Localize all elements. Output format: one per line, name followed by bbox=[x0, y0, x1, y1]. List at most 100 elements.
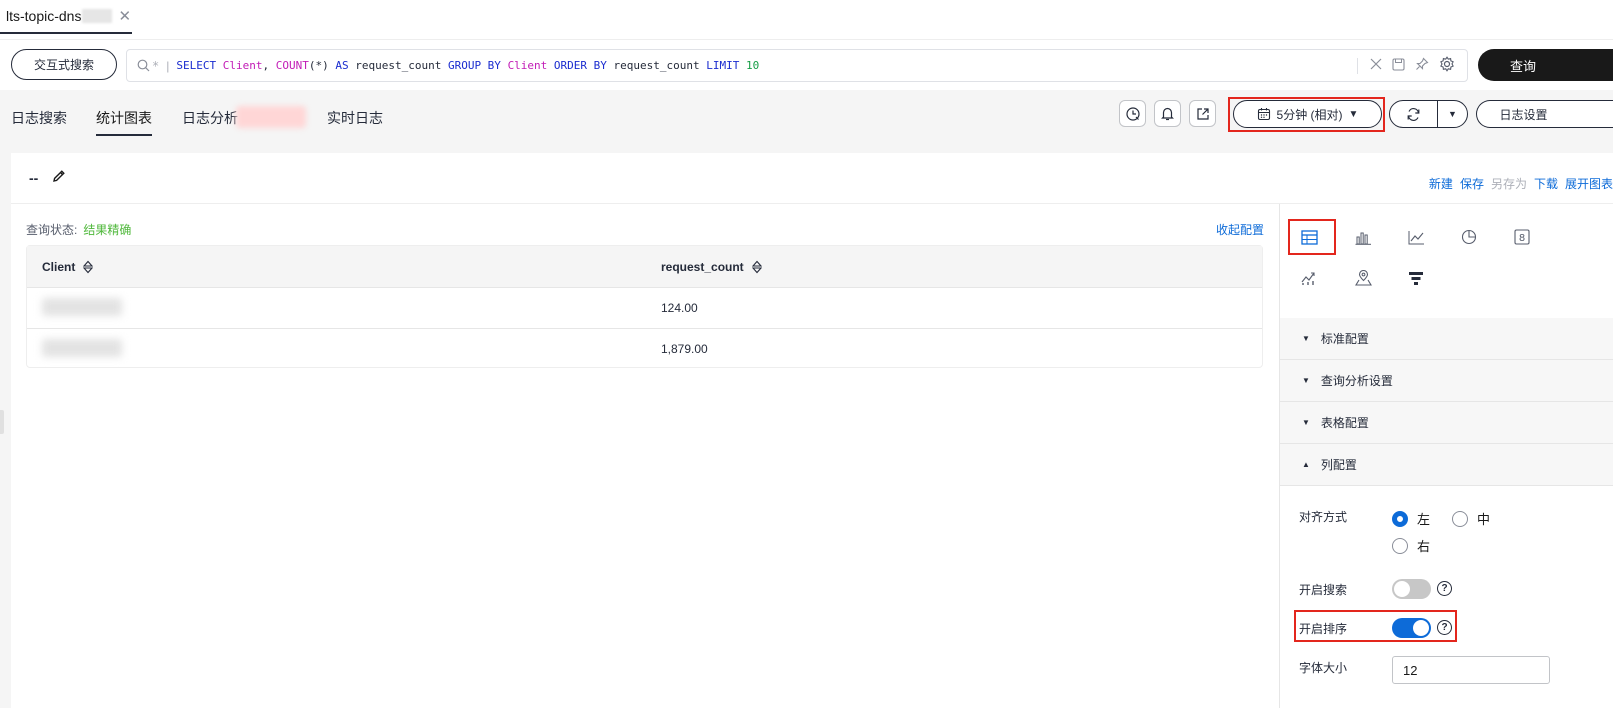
sort-icon[interactable] bbox=[83, 260, 94, 274]
tab-statistics-chart[interactable]: 统计图表 bbox=[96, 108, 152, 136]
client-cell bbox=[27, 338, 645, 360]
tab-realtime-log[interactable]: 实时日志 bbox=[327, 108, 383, 136]
gear-icon[interactable] bbox=[1439, 56, 1455, 75]
sidebar-handle[interactable] bbox=[0, 410, 4, 434]
file-tab[interactable]: lts-topic-dns ✕ bbox=[0, 0, 132, 34]
toggle-knob bbox=[1413, 620, 1429, 636]
sql-token: ORDER BY bbox=[547, 59, 614, 72]
column-header-label: Client bbox=[42, 259, 76, 274]
enable-search-toggle[interactable] bbox=[1392, 579, 1431, 599]
divider bbox=[1357, 57, 1358, 74]
search-icon bbox=[137, 59, 151, 73]
chart-config-panel: 8 ▼ 标准配置 ▼ 查询分析设置 ▼ 表格配置 ▲ 列配置 对齐方式 左 中 右 开启… bbox=[1279, 204, 1613, 708]
sort-icon[interactable] bbox=[751, 260, 762, 274]
divider: | bbox=[166, 58, 170, 73]
chart-title: -- bbox=[29, 169, 39, 186]
interactive-search-button[interactable]: 交互式搜索 bbox=[11, 49, 117, 80]
radio-dot bbox=[1452, 510, 1468, 527]
sql-token: Client bbox=[222, 59, 263, 72]
align-left-radio[interactable]: 左 bbox=[1392, 509, 1430, 528]
sql-text: SELECT Client, COUNT(*) AS request_count… bbox=[176, 59, 759, 72]
radio-label: 左 bbox=[1417, 512, 1431, 527]
column-header-client[interactable]: Client bbox=[27, 260, 645, 274]
refresh-group: ▼ bbox=[1389, 100, 1468, 128]
client-cell bbox=[27, 297, 645, 319]
collapse-config-link[interactable]: 收起配置 bbox=[1216, 221, 1264, 238]
sql-token: COUNT bbox=[275, 59, 309, 72]
redacted-badge bbox=[236, 106, 306, 128]
close-icon[interactable]: ✕ bbox=[118, 9, 131, 24]
request-count-cell: 124.00 bbox=[661, 301, 698, 315]
sql-token: , bbox=[262, 59, 276, 72]
redacted-text bbox=[42, 297, 122, 316]
table-row: 124.00 bbox=[27, 287, 1262, 328]
radio-label: 右 bbox=[1417, 539, 1431, 554]
time-range-label: 5分钟 (相对) bbox=[1276, 107, 1343, 122]
save-as-link[interactable]: 另存为 bbox=[1491, 175, 1527, 192]
alarm-button[interactable] bbox=[1154, 100, 1181, 127]
redacted-text bbox=[42, 338, 122, 357]
query-status: 查询状态: 结果精确 bbox=[26, 221, 131, 238]
log-settings-button[interactable]: 日志设置 bbox=[1476, 100, 1613, 128]
enable-search-label: 开启搜索 bbox=[1299, 583, 1348, 597]
chart-title-row: -- bbox=[29, 169, 66, 186]
result-table: Client request_count 124.00 1,879.00 bbox=[26, 245, 1263, 368]
font-size-label: 字体大小 bbox=[1299, 661, 1348, 675]
pin-icon[interactable] bbox=[1415, 57, 1429, 74]
align-label: 对齐方式 bbox=[1299, 510, 1348, 524]
request-count-cell: 1,879.00 bbox=[661, 342, 708, 356]
chart-actions: 新建 保存 另存为 下载 展开图表 bbox=[1429, 175, 1613, 192]
column-header-request-count[interactable]: request_count bbox=[645, 260, 1262, 274]
sql-token: GROUP BY bbox=[441, 59, 508, 72]
external-link-icon bbox=[1196, 107, 1209, 120]
help-icon[interactable]: ? bbox=[1437, 581, 1452, 596]
sql-token: request_count bbox=[355, 59, 442, 72]
toggle-knob bbox=[1394, 581, 1410, 597]
font-size-input[interactable]: 12 bbox=[1392, 656, 1550, 684]
file-tab-name: lts-topic-dns bbox=[6, 8, 82, 24]
bell-icon bbox=[1161, 107, 1174, 121]
table-row: 1,879.00 bbox=[27, 328, 1262, 369]
radio-dot bbox=[1392, 537, 1408, 554]
query-status-value: 结果精确 bbox=[83, 223, 132, 237]
enable-sort-label: 开启排序 bbox=[1299, 622, 1348, 636]
calendar-icon bbox=[1257, 108, 1270, 121]
query-status-label: 查询状态: bbox=[26, 223, 78, 237]
expand-chart-link[interactable]: 展开图表 bbox=[1565, 175, 1613, 192]
table-header: Client request_count bbox=[27, 246, 1262, 287]
align-right-radio[interactable]: 右 bbox=[1392, 536, 1430, 555]
sql-token: AS bbox=[328, 59, 356, 72]
redacted-text bbox=[82, 9, 113, 23]
clear-icon[interactable] bbox=[1370, 58, 1382, 73]
tab-log-search[interactable]: 日志搜索 bbox=[11, 108, 67, 136]
enable-sort-toggle[interactable] bbox=[1392, 618, 1431, 638]
time-range-button[interactable]: 5分钟 (相对) ▼ bbox=[1233, 100, 1382, 128]
help-icon[interactable]: ? bbox=[1437, 620, 1452, 635]
sql-token: 10 bbox=[746, 59, 760, 72]
save-chart-link[interactable]: 保存 bbox=[1460, 175, 1484, 192]
sql-token: (*) bbox=[308, 59, 329, 72]
edit-icon[interactable] bbox=[52, 169, 66, 186]
column-config-body: 对齐方式 左 中 右 开启搜索 ? 开启排序 ? 字体大小 12 bbox=[1280, 204, 1613, 708]
refresh-button[interactable] bbox=[1390, 101, 1438, 127]
tab-log-analysis[interactable]: 日志分析 bbox=[182, 108, 238, 136]
radio-label: 中 bbox=[1477, 512, 1491, 527]
column-header-label: request_count bbox=[661, 259, 744, 274]
clock-history-icon bbox=[1125, 106, 1140, 121]
sql-token: LIMIT bbox=[699, 59, 746, 72]
download-link[interactable]: 下载 bbox=[1534, 175, 1558, 192]
history-button[interactable] bbox=[1119, 100, 1146, 127]
align-center-radio[interactable]: 中 bbox=[1452, 509, 1490, 528]
sql-token: SELECT bbox=[176, 59, 217, 72]
refresh-dropdown-button[interactable]: ▼ bbox=[1438, 101, 1467, 127]
save-query-icon[interactable] bbox=[1392, 57, 1405, 74]
new-chart-link[interactable]: 新建 bbox=[1429, 175, 1453, 192]
caret-down-icon: ▼ bbox=[1348, 108, 1359, 120]
caret-down-icon: ▼ bbox=[1448, 109, 1457, 119]
search-star: * bbox=[152, 58, 160, 73]
query-button[interactable]: 查询 bbox=[1478, 49, 1613, 81]
radio-dot bbox=[1392, 510, 1408, 527]
share-button[interactable] bbox=[1189, 100, 1216, 127]
query-input[interactable]: * | SELECT Client, COUNT(*) AS request_c… bbox=[126, 49, 1468, 82]
